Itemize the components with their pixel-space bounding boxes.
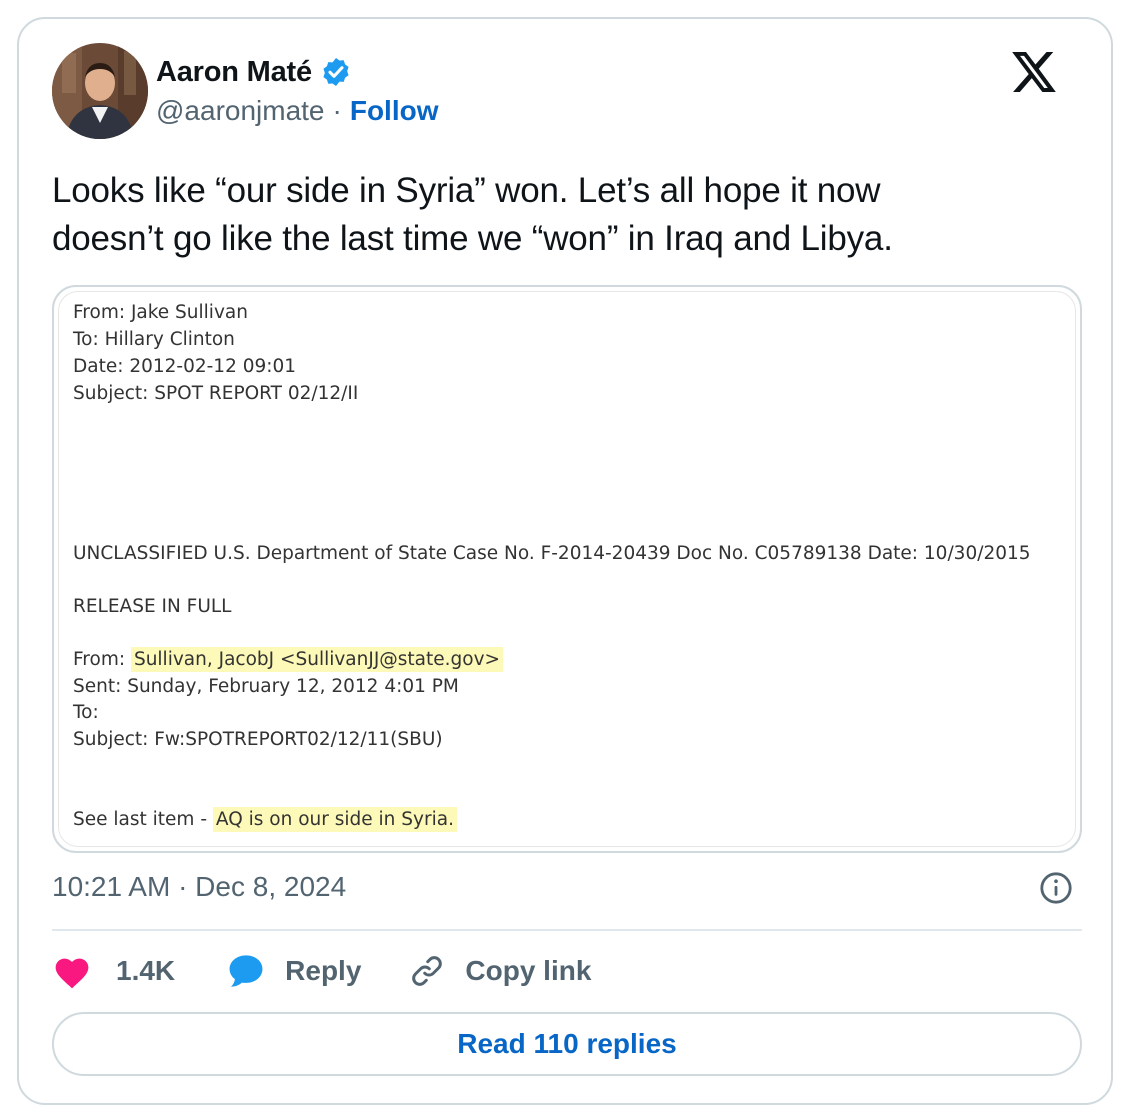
action-bar: 1.4K Reply Copy link (52, 951, 591, 991)
email-sent: Sent: Sunday, February 12, 2012 4:01 PM (73, 676, 459, 697)
speech-bubble-icon (227, 953, 265, 989)
reply-button[interactable]: Reply (227, 953, 361, 989)
author-handle[interactable]: @aaronjmate (156, 95, 325, 127)
link-icon (409, 953, 445, 989)
email-from: From: Sullivan, JacobJ <SullivanJJ@state… (73, 647, 504, 672)
like-count: 1.4K (116, 955, 176, 986)
email-subject: Subject: Fw:SPOTREPORT02/12/11(SBU) (73, 729, 443, 750)
copy-link-label: Copy link (465, 955, 592, 986)
email-from-label: From: (73, 649, 131, 670)
email-to: To: (73, 702, 99, 723)
email-note: See last item - AQ is on our side in Syr… (73, 807, 457, 832)
doc-release: RELEASE IN FULL (73, 596, 232, 617)
heart-icon (52, 953, 92, 989)
reply-label: Reply (285, 955, 362, 986)
info-icon[interactable] (1039, 871, 1073, 905)
avatar-image (52, 43, 148, 139)
email-document: From: Jake Sullivan To: Hillary Clinton … (58, 291, 1076, 847)
doc-to: To: Hillary Clinton (73, 329, 235, 350)
separator-dot: · (332, 95, 342, 126)
read-replies-label: Read 110 replies (457, 1028, 677, 1059)
tweet-timestamp[interactable]: 10:21 AM · Dec 8, 2024 (52, 871, 346, 903)
doc-subject: Subject: SPOT REPORT 02/12/II (73, 383, 359, 404)
attached-document-image[interactable]: From: Jake Sullivan To: Hillary Clinton … (52, 285, 1082, 853)
author-name-row: Aaron Maté (156, 55, 352, 89)
doc-classification: UNCLASSIFIED U.S. Department of State Ca… (73, 543, 1031, 564)
tweet-card: Aaron Maté @aaronjmate · Follow Looks li… (17, 17, 1113, 1105)
tweet-text-line-1: Looks like “our side in Syria” won. Let’… (52, 171, 881, 210)
avatar[interactable] (52, 43, 148, 139)
author-name[interactable]: Aaron Maté (156, 56, 312, 89)
tweet-text-line-2: doesn’t go like the last time we “won” i… (52, 219, 893, 258)
x-logo-icon[interactable] (1011, 52, 1057, 92)
like-button[interactable]: 1.4K (52, 953, 175, 989)
copy-link-button[interactable]: Copy link (409, 953, 591, 989)
follow-button[interactable]: Follow (350, 95, 439, 127)
divider (52, 929, 1082, 931)
doc-from: From: Jake Sullivan (73, 302, 248, 323)
verified-badge-icon (320, 56, 352, 88)
tweet-text: Looks like “our side in Syria” won. Let’… (52, 167, 1082, 263)
read-replies-button[interactable]: Read 110 replies (52, 1012, 1082, 1076)
email-from-highlight: Sullivan, JacobJ <SullivanJJ@state.gov> (130, 647, 504, 672)
doc-date: Date: 2012-02-12 09:01 (73, 356, 297, 377)
email-note-highlight: AQ is on our side in Syria. (212, 807, 457, 832)
handle-row: @aaronjmate · Follow (156, 95, 439, 127)
email-note-prefix: See last item - (73, 809, 213, 830)
